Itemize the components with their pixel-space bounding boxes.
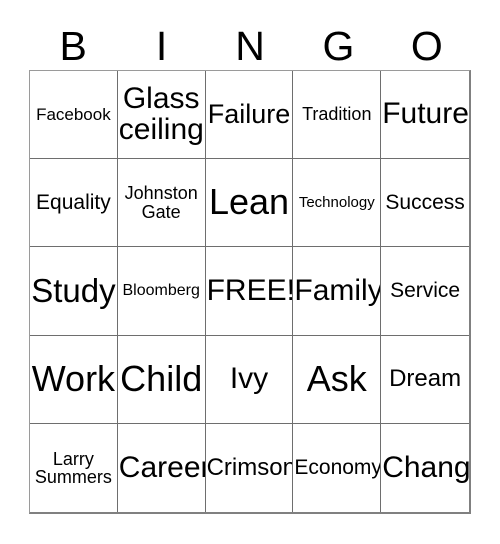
bingo-square-label: Technology [298,194,375,212]
bingo-square[interactable]: Technology [293,159,382,248]
bingo-header-letter-g: G [322,22,355,69]
bingo-square[interactable]: Ask [293,335,382,424]
bingo-square-label: Crimson [206,453,294,481]
bingo-square[interactable]: Equality [30,159,118,248]
bingo-square-label: Facebook [36,104,111,124]
bingo-square-label: Failure [207,98,291,129]
bingo-square-label: Larry Summers [34,448,112,487]
bingo-square-label: Tradition [302,104,372,125]
bingo-square[interactable]: FREE! [205,247,294,336]
bingo-header-letter-o: O [410,22,443,69]
bingo-square-label: Economy [294,456,382,480]
bingo-square[interactable]: Johnston Gate [117,159,206,248]
bingo-square[interactable]: Tradition [293,71,382,160]
bingo-square-label: Success [385,191,465,215]
bingo-square-label: Ask [306,357,367,399]
bingo-square[interactable]: Larry Summers [30,423,118,512]
bingo-square-label: Dream [389,364,462,392]
bingo-square[interactable]: Bloomberg [117,247,206,336]
bingo-square[interactable]: Change [381,423,469,512]
bingo-square[interactable]: Career [117,423,206,512]
bingo-square[interactable]: Economy [293,423,382,512]
bingo-square[interactable]: Work [30,335,118,424]
bingo-square[interactable]: Success [381,159,469,248]
bingo-square[interactable]: Failure [205,71,294,160]
bingo-square[interactable]: Family [293,247,382,336]
bingo-square-label: Career [118,450,206,484]
bingo-card: B I N G O Facebook Glass ceiling Failure Tr… [0,0,500,544]
bingo-square-label: Child [120,357,203,399]
bingo-square-label: FREE! [206,273,294,307]
bingo-square[interactable]: Service [381,247,469,336]
bingo-square[interactable]: Facebook [30,71,118,160]
bingo-square-label: Glass ceiling [118,82,204,146]
bingo-square-label: Family [294,273,382,307]
bingo-square-label: Work [31,357,116,399]
bingo-header: B I N G O [29,22,471,70]
bingo-square[interactable]: Child [117,335,206,424]
bingo-square-label: Change [382,450,469,484]
bingo-square-label: Service [390,279,461,303]
bingo-square-label: Bloomberg [122,281,200,299]
bingo-square[interactable]: Lean [205,159,294,248]
bingo-square[interactable]: Crimson [205,423,294,512]
bingo-square[interactable]: Glass ceiling [117,71,206,160]
bingo-square-label: Study [31,272,116,310]
bingo-square-label: Equality [36,191,111,215]
bingo-square-label: Future [382,97,469,131]
bingo-square[interactable]: Dream [381,335,469,424]
bingo-square[interactable]: Ivy [205,335,294,424]
bingo-header-letter-i: I [155,22,168,69]
bingo-square-label: Johnston Gate [124,183,198,222]
bingo-header-letter-n: N [235,22,265,69]
bingo-square-label: Ivy [229,361,269,395]
bingo-square-label: Lean [208,181,290,223]
bingo-square[interactable]: Future [381,71,469,160]
bingo-grid: Facebook Glass ceiling Failure Tradition Fut… [29,70,471,514]
bingo-header-letter-b: B [59,22,87,69]
bingo-square[interactable]: Study [30,247,118,336]
